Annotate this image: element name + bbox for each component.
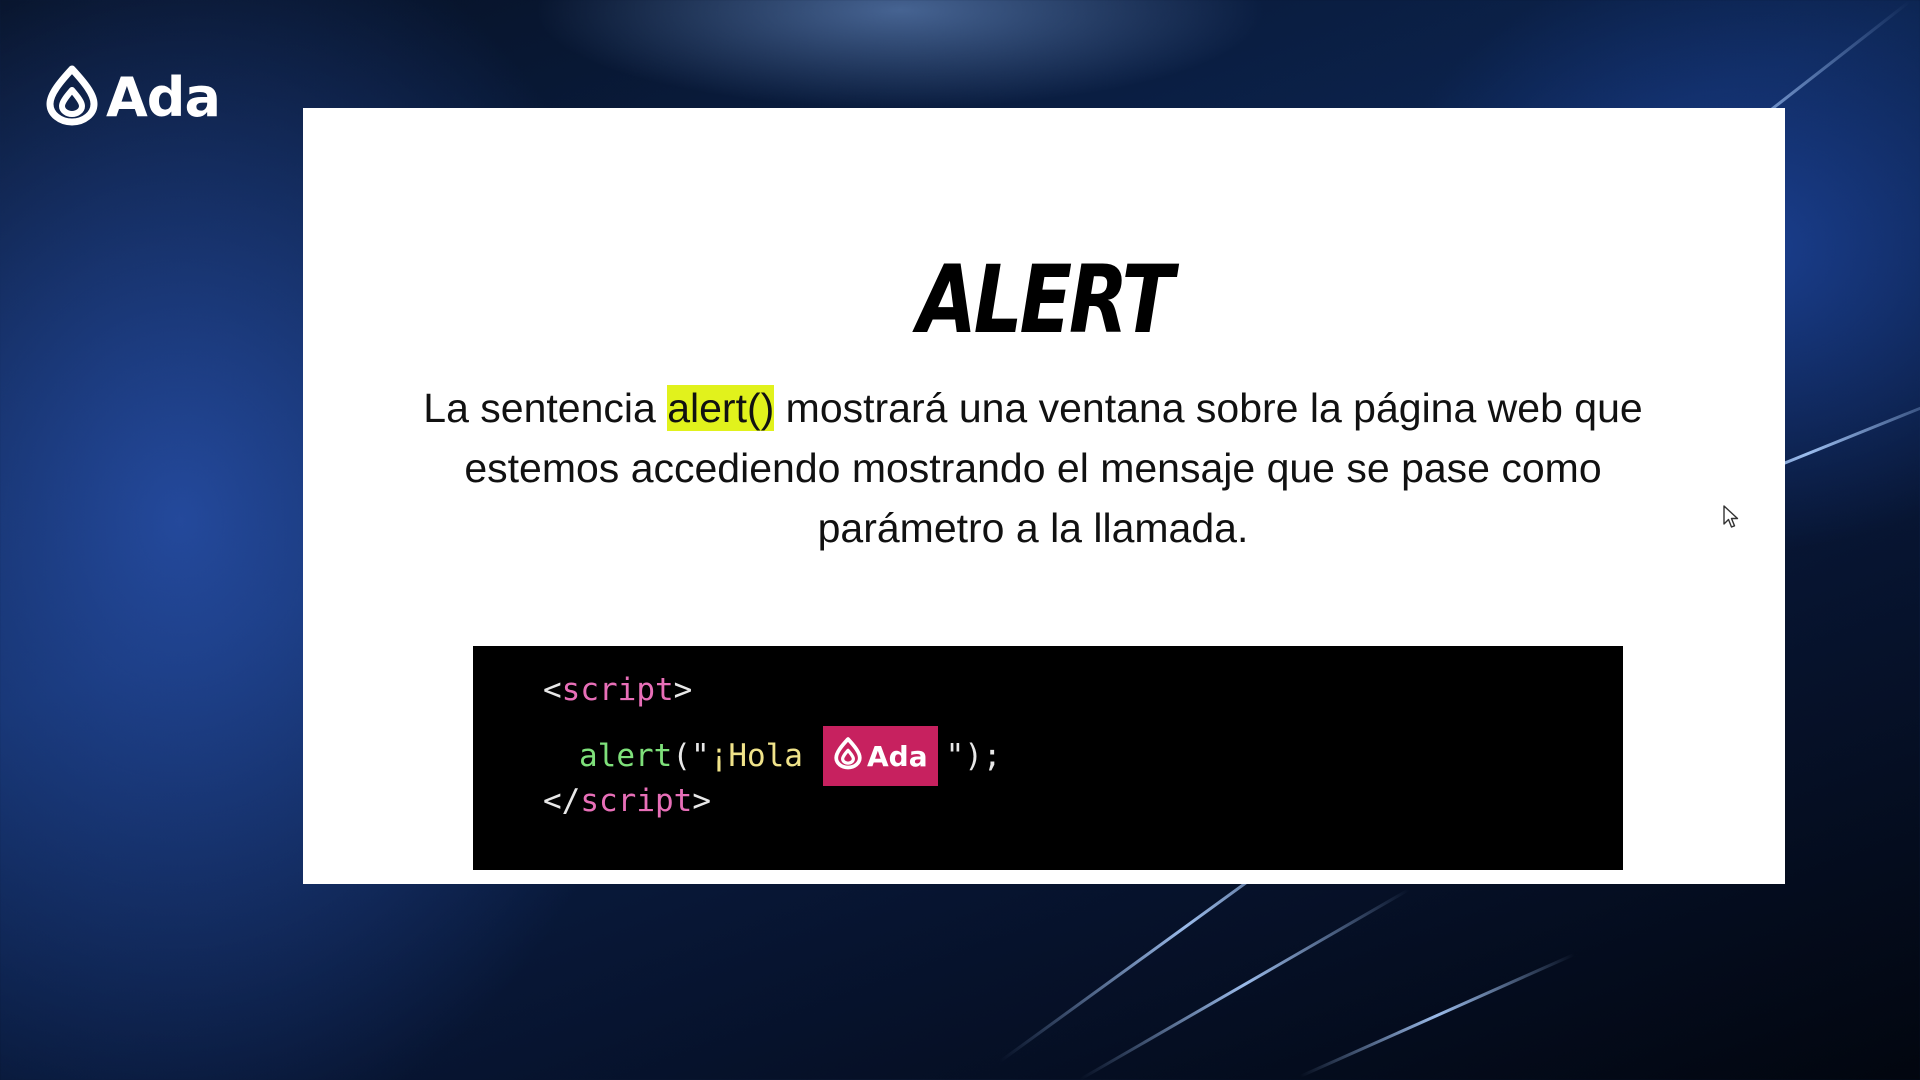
brand-logo: Ada (44, 64, 221, 131)
highlighted-alert-keyword: alert() (667, 385, 775, 431)
code-block: < script > alert (" ¡Hola Ada "); </script > (473, 646, 1623, 870)
slide-card: ALERT La sentencia alert() mostrará una … (303, 108, 1785, 884)
description-text-start: La sentencia (423, 385, 668, 431)
ada-badge: Ada (822, 726, 938, 786)
code-punct: > (673, 672, 693, 708)
code-punct: "); (945, 738, 1002, 774)
code-line-alert-call: alert (" ¡Hola Ada "); (579, 726, 1002, 786)
code-string-text: ¡Hola (709, 738, 803, 774)
code-punct: (" (672, 738, 710, 774)
ada-logo-icon (833, 736, 863, 777)
slide-description: La sentencia alert() mostrará una ventan… (423, 378, 1643, 558)
code-tag-name: script (561, 672, 674, 708)
background-light-streak (1299, 953, 1575, 1078)
code-tag-name: script (580, 783, 693, 819)
ada-logo-icon (44, 64, 100, 131)
code-line-close-script: </script > (543, 783, 711, 819)
code-punct: > (692, 783, 711, 819)
code-punct: </ (543, 783, 581, 819)
brand-logo-text: Ada (106, 66, 221, 129)
code-punct: < (543, 672, 562, 708)
mouse-pointer-icon (1722, 504, 1740, 535)
slide-title: ALERT (917, 246, 1174, 355)
code-line-open-script: < script > (543, 672, 692, 708)
ada-badge-text: Ada (866, 739, 928, 773)
code-function-name: alert (579, 738, 673, 774)
